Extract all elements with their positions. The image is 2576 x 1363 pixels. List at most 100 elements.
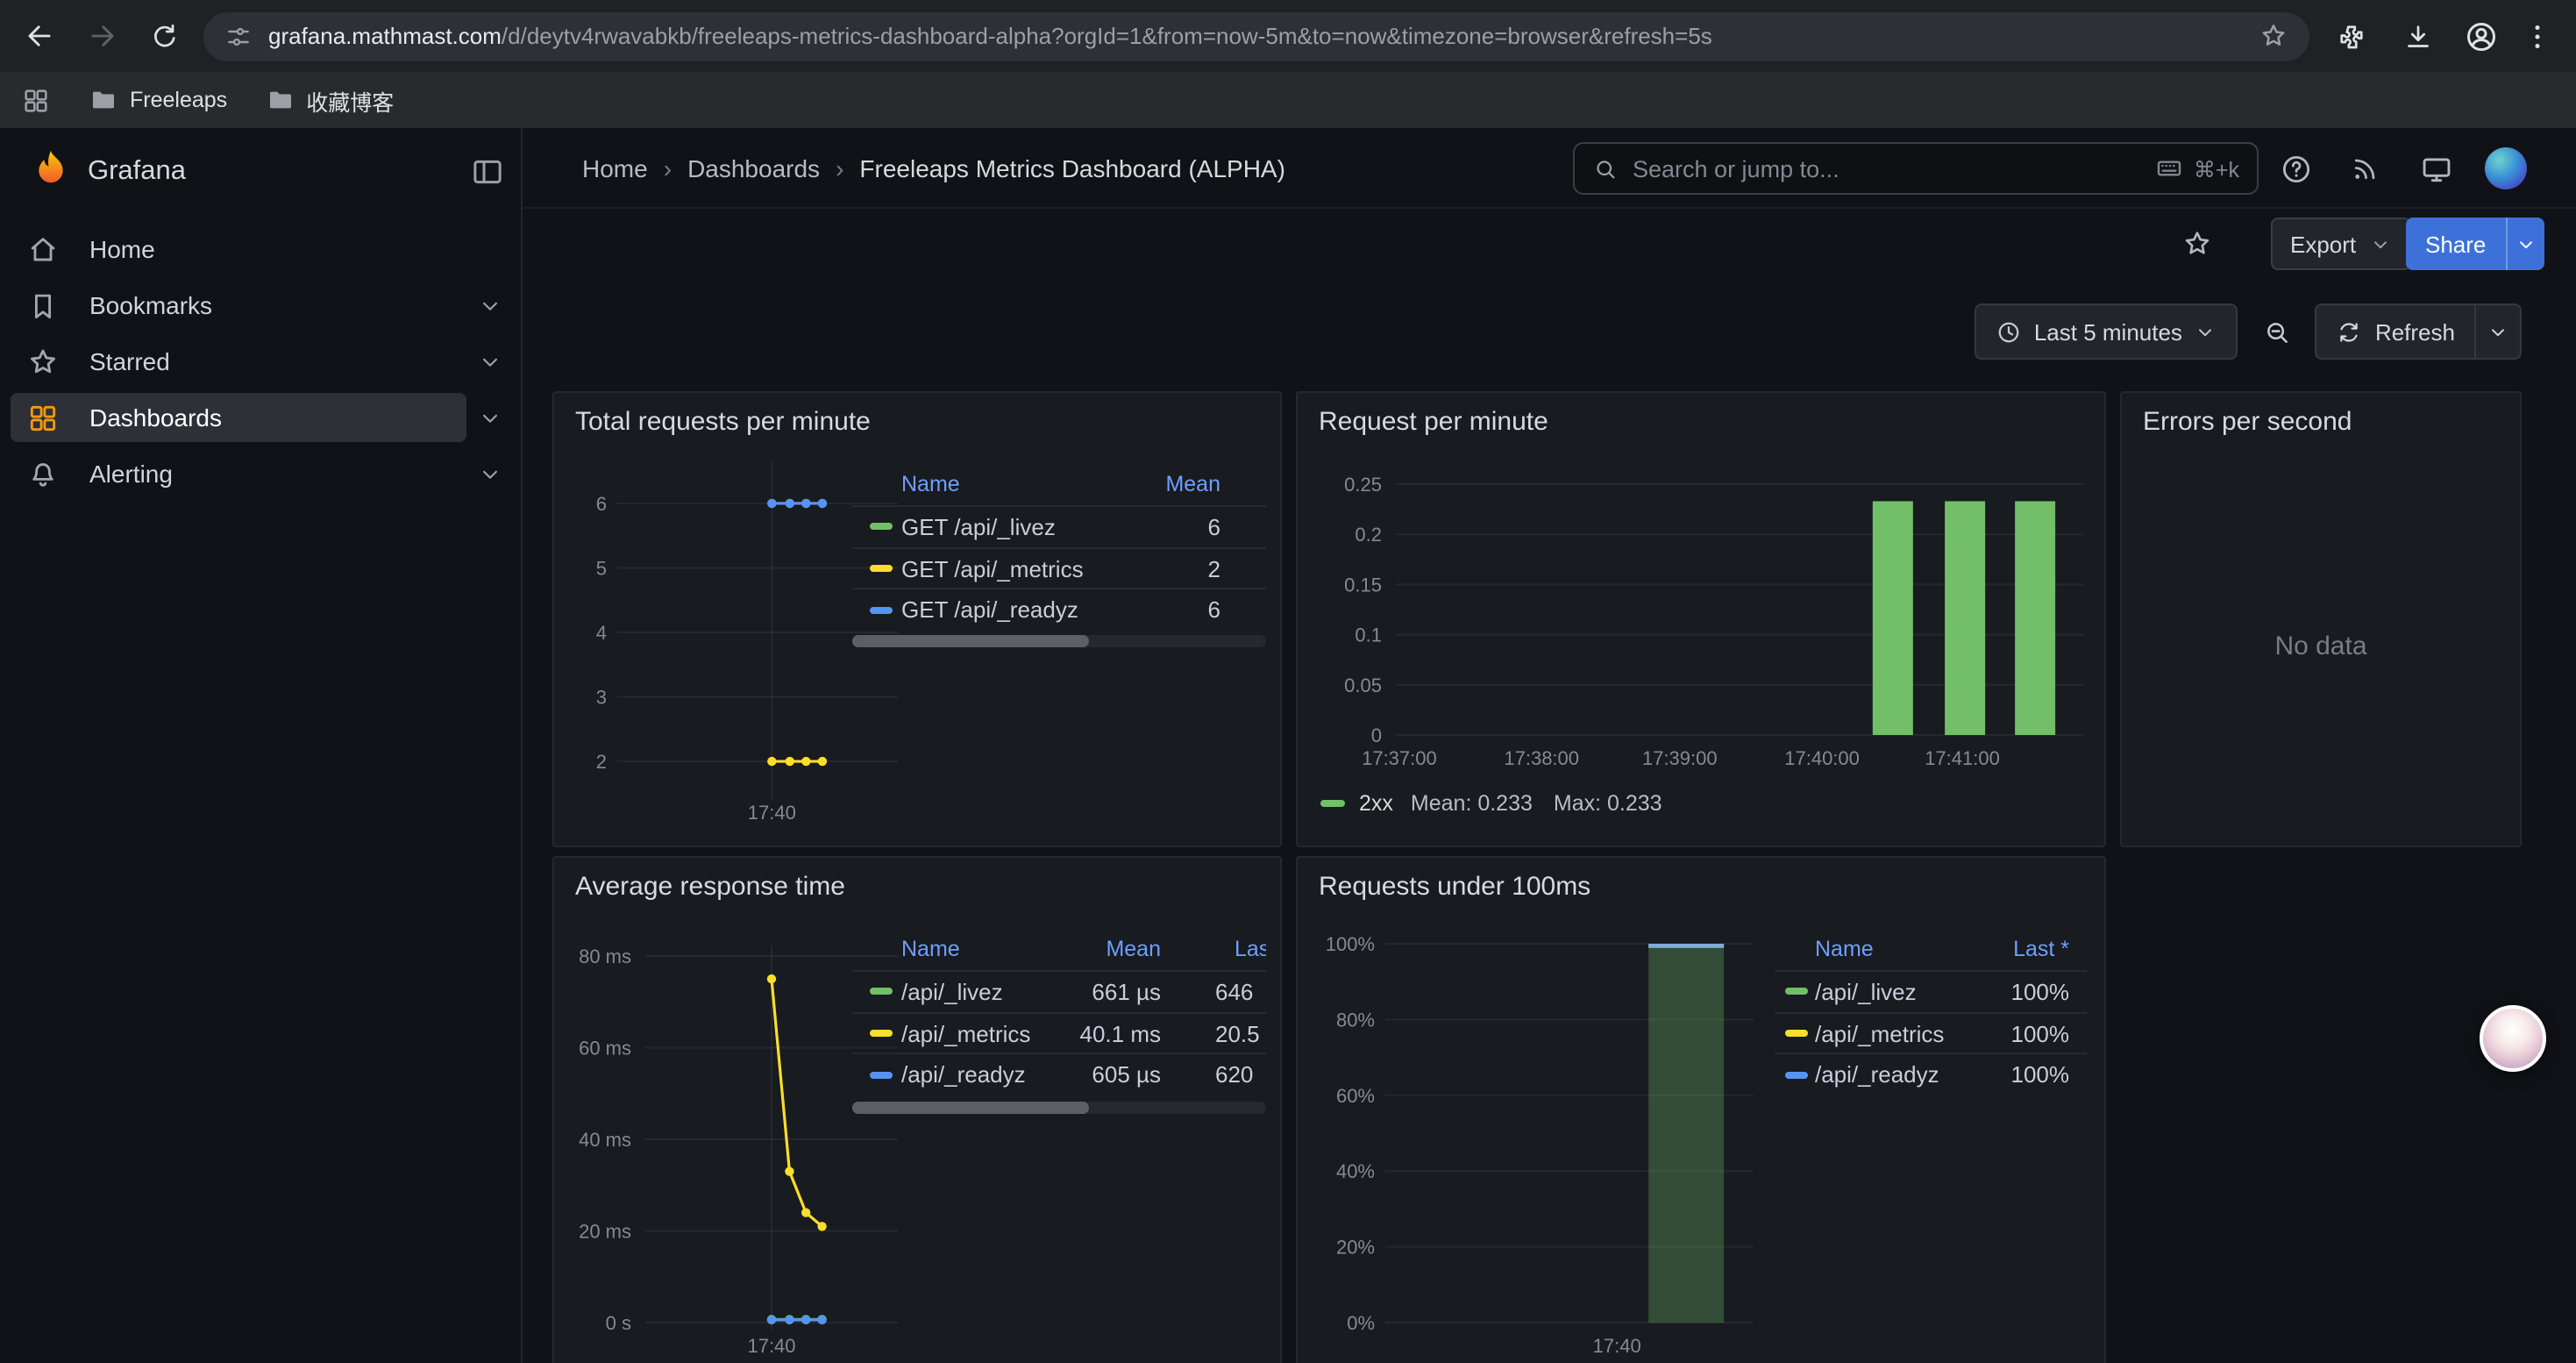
svg-text:0.25: 0.25	[1344, 474, 1382, 496]
site-settings-icon[interactable]	[224, 22, 253, 50]
download-icon[interactable]	[2401, 18, 2436, 54]
svg-text:20%: 20%	[1336, 1237, 1375, 1259]
breadcrumb-item[interactable]: Dashboards	[687, 154, 820, 182]
table-cell: 2	[1208, 548, 1220, 589]
sidebar-item-label: Home	[89, 235, 155, 263]
table-header-name[interactable]: Name	[901, 928, 960, 970]
chevron-down-icon[interactable]	[475, 403, 503, 432]
breadcrumb: Home›Dashboards›Freeleaps Metrics Dashbo…	[582, 128, 1285, 209]
series-name[interactable]: /api/_readyz	[1815, 1055, 1939, 1096]
svg-text:3: 3	[596, 687, 607, 709]
sidebar-item-bookmarks[interactable]: Bookmarks	[11, 281, 466, 330]
bookmark-item[interactable]: 收藏博客	[266, 83, 394, 117]
table-cell: 100%	[2011, 1013, 2070, 1054]
svg-text:17:38:00: 17:38:00	[1504, 747, 1579, 769]
table-header-name[interactable]: Name	[1815, 928, 1874, 970]
user-avatar[interactable]	[2485, 147, 2527, 189]
url-domain: grafana.mathmast.com	[268, 23, 502, 49]
table-h-scrollbar	[852, 1102, 1266, 1114]
search-box[interactable]: ⌘+k	[1573, 142, 2259, 195]
extensions-icon[interactable]	[2334, 18, 2369, 54]
share-dropdown-button[interactable]	[2505, 218, 2544, 270]
bookmark-item[interactable]: Freeleaps	[89, 86, 227, 114]
series-name[interactable]: GET /api/_livez	[901, 507, 1056, 548]
display-icon[interactable]	[2418, 151, 2453, 186]
svg-text:17:40:00: 17:40:00	[1784, 747, 1860, 769]
chevron-down-icon[interactable]	[475, 291, 503, 319]
sidebar-item-starred[interactable]: Starred	[11, 337, 466, 386]
table-header[interactable]: Mean	[1165, 463, 1220, 505]
browser-toolbar: grafana.mathmast.com/d/deytv4rwavabkb/fr…	[0, 0, 2576, 72]
series-name[interactable]: /api/_livez	[1815, 972, 1917, 1013]
legend-label[interactable]: 2xx	[1359, 791, 1393, 816]
apps-icon	[26, 401, 60, 434]
series-name[interactable]: /api/_metrics	[1815, 1013, 1944, 1054]
svg-text:40 ms: 40 ms	[579, 1129, 631, 1151]
share-button[interactable]: Share	[2406, 218, 2505, 270]
time-range-picker[interactable]: Last 5 minutes	[1975, 303, 2238, 360]
bookmark-icon	[26, 289, 60, 322]
search-input[interactable]	[1633, 155, 2155, 182]
refresh-button[interactable]: Refresh	[2317, 305, 2474, 358]
url-bar[interactable]: grafana.mathmast.com/d/deytv4rwavabkb/fr…	[203, 11, 2309, 61]
series-name[interactable]: /api/_readyz	[901, 1055, 1026, 1096]
sidebar-item-alerting[interactable]: Alerting	[11, 449, 466, 498]
table-cell: 6	[1208, 590, 1220, 632]
svg-text:20 ms: 20 ms	[579, 1221, 631, 1243]
series-name[interactable]: GET /api/_readyz	[901, 590, 1078, 632]
panel-title[interactable]: Requests under 100ms	[1319, 872, 1590, 902]
favorite-star-icon[interactable]	[2181, 228, 2213, 260]
url-path: /d/deytv4rwavabkb/freeleaps-metrics-dash…	[502, 23, 1712, 49]
menu-icon[interactable]	[2520, 18, 2555, 54]
export-label: Export	[2290, 231, 2356, 257]
back-icon[interactable]	[21, 18, 56, 54]
table-cell: 646	[1215, 972, 1253, 1013]
svg-text:0.1: 0.1	[1355, 624, 1382, 646]
breadcrumb-item[interactable]: Home	[582, 154, 648, 182]
help-icon[interactable]	[2278, 151, 2313, 186]
table-header-name[interactable]: Name	[901, 463, 960, 505]
apps-grid-icon[interactable]	[21, 85, 51, 115]
svg-text:2: 2	[596, 751, 607, 773]
browser-window: grafana.mathmast.com/d/deytv4rwavabkb/fr…	[0, 0, 2576, 1363]
sidebar-item-home[interactable]: Home	[11, 225, 466, 274]
zoom-out-button[interactable]	[2252, 303, 2302, 360]
time-range-label: Last 5 minutes	[2034, 318, 2182, 345]
panel-title[interactable]: Request per minute	[1319, 407, 1548, 437]
profile-icon[interactable]	[2464, 18, 2499, 54]
sidebar-item-dashboards[interactable]: Dashboards	[11, 393, 466, 442]
table-header[interactable]: Mean	[1106, 928, 1161, 970]
assistant-avatar-button[interactable]	[2480, 1005, 2546, 1072]
table-cell: 605 µs	[1092, 1055, 1161, 1096]
bookmark-star-icon[interactable]	[2259, 21, 2288, 51]
chevron-down-icon[interactable]	[475, 347, 503, 375]
panel-title[interactable]: Errors per second	[2143, 407, 2352, 437]
table-row: GET /api/_livez6	[852, 505, 1266, 546]
table-header[interactable]: Last *	[2013, 928, 2069, 970]
chevron-down-icon[interactable]	[475, 460, 503, 488]
table-header[interactable]: Las	[1235, 928, 1266, 970]
export-button[interactable]: Export	[2271, 218, 2410, 270]
svg-text:17:41:00: 17:41:00	[1925, 747, 2000, 769]
sidebar-item-label: Starred	[89, 347, 170, 375]
series-name[interactable]: /api/_livez	[901, 972, 1003, 1013]
series-swatch-icon	[870, 565, 893, 572]
svg-text:40%: 40%	[1336, 1160, 1375, 1182]
series-name[interactable]: GET /api/_metrics	[901, 548, 1084, 589]
svg-text:5: 5	[596, 557, 607, 579]
series-swatch-icon	[870, 524, 893, 531]
panel-title[interactable]: Total requests per minute	[575, 407, 871, 437]
panel-title[interactable]: Average response time	[575, 872, 845, 902]
refresh-interval-button[interactable]	[2474, 305, 2520, 358]
scrollbar-thumb[interactable]	[852, 635, 1088, 647]
table-h-scrollbar	[852, 635, 1266, 647]
dashboard-toolbar: Export Share	[523, 209, 2576, 279]
reload-icon[interactable]	[147, 18, 182, 54]
sidebar-toggle-icon[interactable]	[470, 154, 505, 189]
panel-requests-under-100ms: Requests under 100ms 100%80%60%40%20%0%1…	[1296, 856, 2106, 1363]
svg-text:0.05: 0.05	[1344, 674, 1382, 696]
rss-icon[interactable]	[2348, 151, 2383, 186]
scrollbar-thumb[interactable]	[852, 1102, 1088, 1114]
series-name[interactable]: /api/_metrics	[901, 1013, 1030, 1054]
svg-text:6: 6	[596, 493, 607, 515]
